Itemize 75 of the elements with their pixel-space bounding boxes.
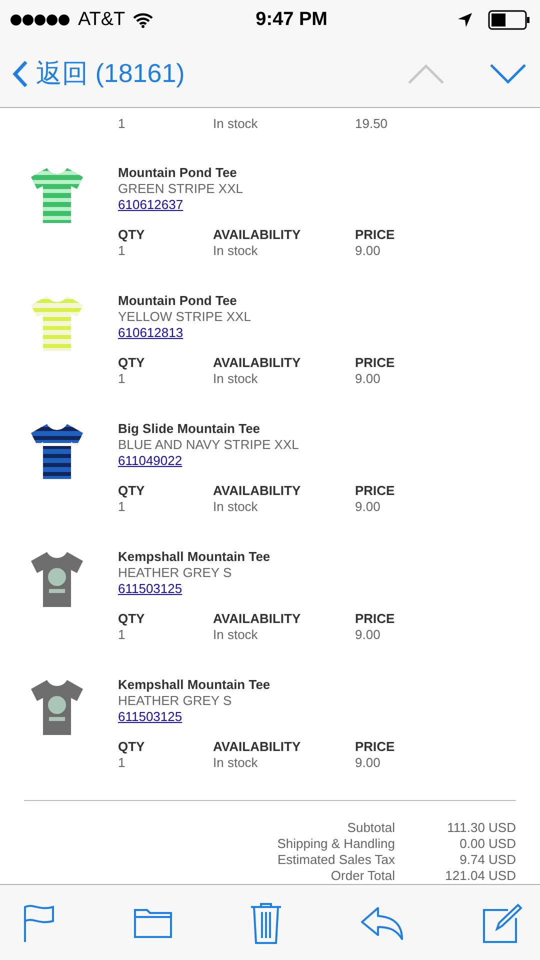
column-header: AVAILABILITY bbox=[213, 227, 302, 243]
compose-button[interactable] bbox=[482, 902, 522, 942]
column-header: QTY bbox=[118, 227, 146, 243]
compose-icon bbox=[482, 902, 522, 942]
wifi-icon bbox=[133, 12, 154, 28]
back-button[interactable]: 返回 (18161) bbox=[12, 54, 185, 93]
product-number-link[interactable]: 611503125 bbox=[118, 709, 182, 724]
column-value: 1 bbox=[118, 499, 126, 515]
column-header: AVAILABILITY bbox=[213, 739, 302, 755]
reply-button[interactable] bbox=[360, 906, 404, 940]
column-header: PRICE bbox=[355, 483, 396, 499]
column-value: 1 bbox=[118, 243, 126, 259]
column-header: AVAILABILITY bbox=[213, 483, 302, 499]
product-variant: GREEN STRIPE XXL bbox=[118, 181, 244, 197]
column-value: 9.00 bbox=[355, 627, 382, 643]
total-label: Subtotal bbox=[346, 820, 395, 836]
flag-icon bbox=[22, 902, 56, 942]
product-name: Mountain Pond Tee bbox=[118, 165, 238, 181]
product-name: Kempshall Mountain Tee bbox=[118, 677, 272, 693]
total-value: 111.30 USD bbox=[446, 820, 516, 836]
column-value: 9.00 bbox=[355, 499, 382, 515]
folder-icon bbox=[134, 908, 172, 938]
column-value: In stock bbox=[213, 371, 259, 387]
column-header: PRICE bbox=[355, 227, 396, 243]
product-number-link[interactable]: 610612813 bbox=[118, 325, 184, 340]
product-variant: HEATHER GREY S bbox=[118, 693, 233, 709]
delete-button[interactable] bbox=[250, 902, 282, 944]
price-value: 19.50 bbox=[355, 116, 389, 132]
signal-icon bbox=[10, 14, 70, 26]
product-variant: BLUE AND NAVY STRIPE XXL bbox=[118, 437, 300, 453]
product-name: Mountain Pond Tee bbox=[118, 293, 238, 309]
column-header: QTY bbox=[118, 739, 146, 755]
column-value: 9.00 bbox=[355, 755, 382, 771]
total-value: 0.00 USD bbox=[458, 836, 516, 852]
next-message-button[interactable] bbox=[490, 64, 526, 84]
location-arrow-icon bbox=[458, 13, 472, 27]
battery-icon bbox=[488, 10, 530, 30]
move-button[interactable] bbox=[134, 908, 172, 938]
quantity-value: 1 bbox=[118, 116, 126, 132]
column-value: In stock bbox=[213, 755, 259, 771]
flag-button[interactable] bbox=[22, 902, 56, 942]
column-header: AVAILABILITY bbox=[213, 611, 302, 627]
total-label: Shipping & Handling bbox=[276, 836, 395, 852]
column-value: In stock bbox=[213, 627, 259, 643]
column-value: 9.00 bbox=[355, 371, 382, 387]
product-name: Big Slide Mountain Tee bbox=[118, 421, 262, 437]
product-number-link[interactable]: 611503125 bbox=[118, 581, 182, 596]
back-chevron-icon bbox=[12, 60, 28, 88]
column-header: QTY bbox=[118, 355, 146, 371]
product-number-link[interactable]: 611049022 bbox=[118, 453, 182, 468]
availability-value: In stock bbox=[213, 116, 259, 132]
total-label: Order Total bbox=[330, 868, 395, 884]
product-name: Kempshall Mountain Tee bbox=[118, 549, 272, 565]
product-variant: HEATHER GREY S bbox=[118, 565, 233, 581]
trash-icon bbox=[250, 902, 282, 944]
total-value: 121.04 USD bbox=[444, 868, 516, 884]
column-value: In stock bbox=[213, 243, 259, 259]
column-header: QTY bbox=[118, 611, 146, 627]
column-header: QTY bbox=[118, 483, 146, 499]
column-value: In stock bbox=[213, 499, 259, 515]
column-header: PRICE bbox=[355, 739, 396, 755]
reply-icon bbox=[360, 906, 404, 940]
column-value: 9.00 bbox=[355, 243, 382, 259]
status-time: 9:47 PM bbox=[256, 8, 328, 32]
column-value: 1 bbox=[118, 371, 126, 387]
product-number-link[interactable]: 610612637 bbox=[118, 197, 184, 212]
total-value: 9.74 USD bbox=[458, 852, 516, 868]
total-label: Estimated Sales Tax bbox=[276, 852, 395, 868]
column-value: 1 bbox=[118, 755, 126, 771]
product-variant: YELLOW STRIPE XXL bbox=[118, 309, 252, 325]
column-header: PRICE bbox=[355, 355, 396, 371]
column-header: PRICE bbox=[355, 611, 396, 627]
column-value: 1 bbox=[118, 627, 126, 643]
carrier-name: AT&T bbox=[78, 8, 126, 32]
column-header: AVAILABILITY bbox=[213, 355, 302, 371]
